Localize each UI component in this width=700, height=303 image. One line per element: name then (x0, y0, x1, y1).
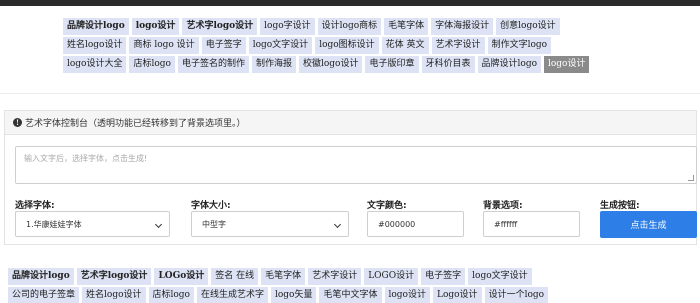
tag-row: 品牌设计logo 艺术字logo设计 LOGo设计 签名 在线 毛笔字体 艺术字设计 LOG… (8, 268, 698, 285)
console-header-text: 艺术字体控制台（透明功能已经转移到了背景选项里。） (25, 119, 246, 129)
chevron-down-icon (333, 220, 342, 229)
font-select[interactable]: 1.华康娃娃字体 (15, 211, 170, 237)
tag-link[interactable]: 艺术字logo设计 (76, 268, 152, 285)
color-input-label: 文字颜色: (367, 201, 407, 211)
tag-link[interactable]: logo图标设计 (315, 37, 379, 54)
text-color-input[interactable]: #000000 (367, 211, 464, 237)
tag-link[interactable]: 校徽logo设计 (299, 56, 363, 73)
bg-color-value: #ffffff (494, 219, 518, 229)
tag-link[interactable]: 品牌设计logo (8, 268, 74, 285)
tag-link[interactable]: 电子版印章 (365, 56, 419, 73)
tag-row: 公司的电子签章 姓名logo设计 店标logo 在线生成艺术字 logo矢量 毛笔中文字体… (8, 287, 698, 303)
tag-link[interactable]: 毛笔中文字体 (319, 287, 382, 303)
tag-link[interactable]: 制作文字logo (487, 37, 552, 54)
font-select-label: 选择字体: (15, 201, 55, 211)
tag-link[interactable]: logo文字设计 (468, 268, 532, 285)
font-select-value: 1.华康娃娃字体 (26, 219, 82, 229)
tag-link[interactable]: 字体海报设计 (431, 18, 494, 35)
tag-link[interactable]: 毛笔字体 (261, 268, 306, 285)
tag-link[interactable]: 毛笔字体 (384, 18, 429, 35)
tag-link[interactable]: logo矢量 (271, 287, 317, 303)
info-icon: ! (13, 118, 22, 127)
tag-link[interactable]: 品牌设计logo (63, 18, 129, 35)
chevron-down-icon (154, 220, 163, 229)
tag-link[interactable]: logo设计 (384, 287, 430, 303)
tag-link[interactable]: 设计一个logo (484, 287, 549, 303)
bg-color-input[interactable]: #ffffff (483, 211, 580, 237)
size-select-value: 中型字 (202, 219, 226, 229)
top-tag-cloud: 品牌设计logo logo设计 艺术字logo设计 logo字设计 设计logo商标 毛笔… (63, 18, 653, 75)
tag-link[interactable]: 艺术字logo设计 (182, 18, 258, 35)
text-input-placeholder: 输入文字后，选择字体，点击生成! (24, 154, 148, 163)
tag-link[interactable]: 花体 英文 (381, 37, 429, 54)
tag-link[interactable]: LOGO设计 (364, 268, 419, 285)
tag-link[interactable]: 牙科价目表 (421, 56, 475, 73)
size-select[interactable]: 中型字 (191, 211, 349, 237)
tag-link[interactable]: 商标 logo 设计 (129, 37, 199, 54)
art-font-console: ! 艺术字体控制台（透明功能已经转移到了背景选项里。） 输入文字后，选择字体，点… (4, 110, 697, 245)
tag-link[interactable]: 姓名logo设计 (63, 37, 127, 54)
tag-link[interactable]: Logo设计 (432, 287, 482, 303)
tag-link[interactable]: 电子签字 (201, 37, 246, 54)
size-select-label: 字体大小: (191, 201, 231, 211)
tag-link[interactable]: 在线生成艺术字 (196, 287, 268, 303)
tag-link[interactable]: 电子签字 (421, 268, 466, 285)
tag-link[interactable]: logo字设计 (260, 18, 315, 35)
tag-link[interactable]: 制作海报 (251, 56, 296, 73)
text-color-value: #000000 (378, 219, 416, 229)
top-bar (0, 0, 700, 6)
tag-link[interactable]: 艺术字设计 (431, 37, 485, 54)
tag-row: 姓名logo设计 商标 logo 设计 电子签字 logo文字设计 logo图标设计 花体… (63, 37, 653, 54)
tag-link[interactable]: 设计logo商标 (317, 18, 382, 35)
generate-button[interactable]: 点击生成 (600, 211, 697, 238)
bottom-tag-cloud: 品牌设计logo 艺术字logo设计 LOGo设计 签名 在线 毛笔字体 艺术字设计 LOG… (8, 268, 698, 303)
tag-link[interactable]: 签名 在线 (211, 268, 259, 285)
tag-link[interactable]: logo设计大全 (63, 56, 127, 73)
generate-button-label: 生成按钮: (600, 201, 640, 211)
tag-link[interactable]: logo设计 (544, 56, 590, 73)
tag-link[interactable]: 店标logo (148, 287, 194, 303)
tag-link[interactable]: 品牌设计logo (477, 56, 541, 73)
tag-link[interactable]: 电子签名的制作 (177, 56, 249, 73)
tag-link[interactable]: 创意logo设计 (496, 18, 560, 35)
tag-link[interactable]: logo文字设计 (248, 37, 313, 54)
tag-link[interactable]: 公司的电子签章 (8, 287, 80, 303)
tag-link[interactable]: logo设计 (131, 18, 180, 35)
tag-row: 品牌设计logo logo设计 艺术字logo设计 logo字设计 设计logo商标 毛笔… (63, 18, 653, 35)
text-input[interactable]: 输入文字后，选择字体，点击生成! (15, 146, 697, 184)
tag-row: logo设计大全 店标logo 电子签名的制作 制作海报 校徽logo设计 电子版印章 牙科… (63, 56, 653, 73)
resize-handle-icon[interactable] (688, 175, 694, 181)
console-header: ! 艺术字体控制台（透明功能已经转移到了背景选项里。） (5, 111, 696, 135)
tag-link[interactable]: 姓名logo设计 (82, 287, 146, 303)
tag-link[interactable]: LOGo设计 (154, 268, 209, 285)
bg-input-label: 背景选项: (483, 201, 523, 211)
tag-link[interactable]: 店标logo (129, 56, 175, 73)
tag-link[interactable]: 艺术字设计 (308, 268, 362, 285)
divider (0, 93, 700, 94)
